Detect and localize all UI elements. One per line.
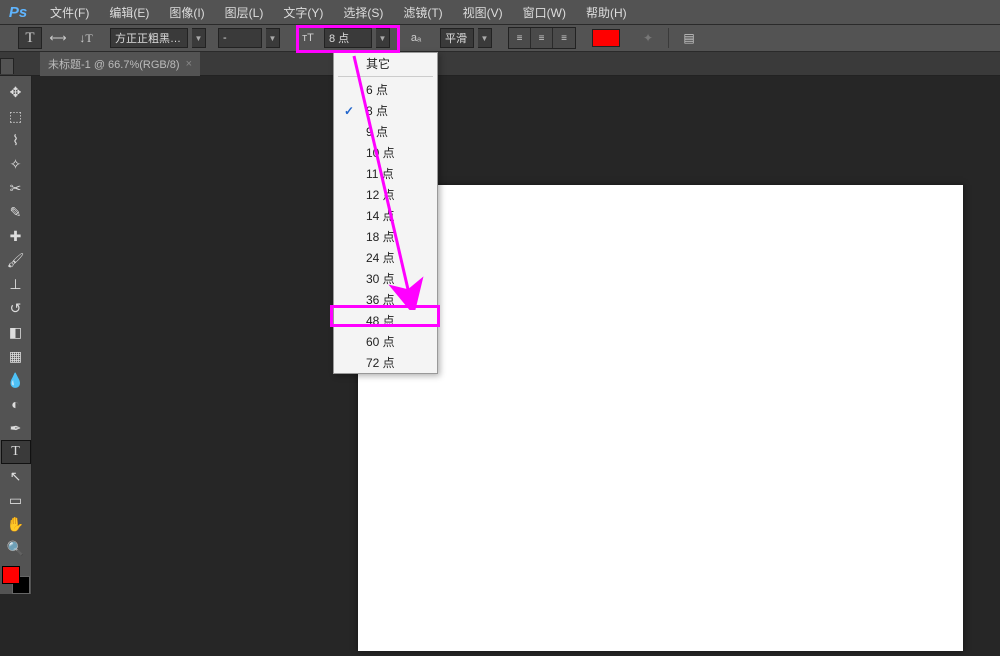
align-center-button[interactable]: ≡ bbox=[531, 28, 553, 48]
size-option[interactable]: 30 点 bbox=[334, 268, 437, 289]
text-align-group: ≡ ≡ ≡ bbox=[508, 27, 576, 49]
document-tab-bar: 未标题-1 @ 66.7%(RGB/8) × bbox=[0, 52, 1000, 76]
menu-layer[interactable]: 图层(L) bbox=[215, 1, 274, 24]
shape-tool[interactable]: ▭ bbox=[1, 488, 31, 512]
magic-wand-tool[interactable]: ✧ bbox=[1, 152, 31, 176]
size-option-label: 8 点 bbox=[366, 102, 388, 119]
menu-file[interactable]: 文件(F) bbox=[40, 1, 99, 24]
crop-tool[interactable]: ✂ bbox=[1, 176, 31, 200]
document-tab-title: 未标题-1 @ 66.7%(RGB/8) bbox=[48, 56, 180, 72]
font-style-select[interactable]: - bbox=[218, 28, 262, 48]
size-option[interactable]: 14 点 bbox=[334, 205, 437, 226]
size-option[interactable]: 10 点 bbox=[334, 142, 437, 163]
gradient-tool[interactable]: ▦ bbox=[1, 344, 31, 368]
size-option[interactable]: 12 点 bbox=[334, 184, 437, 205]
size-option-label: 48 点 bbox=[366, 312, 395, 329]
size-option-label: 72 点 bbox=[366, 354, 395, 371]
menu-filter[interactable]: 滤镜(T) bbox=[393, 1, 452, 24]
color-picker[interactable] bbox=[2, 566, 30, 594]
size-option-label: 10 点 bbox=[366, 144, 395, 161]
menu-type[interactable]: 文字(Y) bbox=[273, 1, 333, 24]
size-option[interactable]: 6 点 bbox=[334, 79, 437, 100]
zoom-tool[interactable]: 🔍 bbox=[1, 536, 31, 560]
font-size-arrow-icon[interactable]: ▼ bbox=[376, 28, 390, 48]
font-style-arrow-icon[interactable]: ▼ bbox=[266, 28, 280, 48]
size-option-label: 12 点 bbox=[366, 186, 395, 203]
antialias-icon: aₐ bbox=[404, 27, 428, 49]
check-icon: ✓ bbox=[344, 104, 354, 118]
menu-window[interactable]: 窗口(W) bbox=[513, 1, 576, 24]
lasso-tool[interactable]: ⌇ bbox=[1, 128, 31, 152]
eraser-tool[interactable]: ◧ bbox=[1, 320, 31, 344]
font-family-arrow-icon[interactable]: ▼ bbox=[192, 28, 206, 48]
tools-panel: ✥ ⬚ ⌇ ✧ ✂ ✎ ✚ 🖌 ⊥ ↺ ◧ ▦ 💧 ◐ ✒ T ↖ ▭ ✋ 🔍 bbox=[0, 76, 32, 594]
eyedropper-tool[interactable]: ✎ bbox=[1, 200, 31, 224]
document-tab[interactable]: 未标题-1 @ 66.7%(RGB/8) × bbox=[40, 52, 200, 76]
canvas[interactable] bbox=[358, 185, 963, 651]
menu-image[interactable]: 图像(I) bbox=[159, 1, 214, 24]
separator bbox=[668, 28, 669, 48]
menu-help[interactable]: 帮助(H) bbox=[576, 1, 637, 24]
type-tool[interactable]: T bbox=[1, 440, 31, 464]
close-tab-icon[interactable]: × bbox=[186, 58, 192, 70]
pen-tool[interactable]: ✒ bbox=[1, 416, 31, 440]
menu-edit[interactable]: 编辑(E) bbox=[99, 1, 159, 24]
foreground-color[interactable] bbox=[2, 566, 20, 584]
size-option-label: 14 点 bbox=[366, 207, 395, 224]
size-option[interactable]: ✓ 8 点 bbox=[334, 100, 437, 121]
menu-view[interactable]: 视图(V) bbox=[453, 1, 513, 24]
align-left-button[interactable]: ≡ bbox=[509, 28, 531, 48]
dropdown-separator bbox=[338, 76, 433, 77]
size-option[interactable]: 11 点 bbox=[334, 163, 437, 184]
size-option-label: 60 点 bbox=[366, 333, 395, 350]
size-option[interactable]: 24 点 bbox=[334, 247, 437, 268]
marquee-tool[interactable]: ⬚ bbox=[1, 104, 31, 128]
orientation-toggle-icon[interactable]: ⟷ bbox=[46, 27, 70, 49]
size-option-label: 24 点 bbox=[366, 249, 395, 266]
clone-stamp-tool[interactable]: ⊥ bbox=[1, 272, 31, 296]
size-option-other[interactable]: 其它 bbox=[334, 53, 437, 74]
size-option[interactable]: 72 点 bbox=[334, 352, 437, 373]
font-size-icon: тT bbox=[296, 27, 320, 49]
app-logo: Ps bbox=[4, 2, 32, 22]
blur-tool[interactable]: 💧 bbox=[1, 368, 31, 392]
size-option-label: 9 点 bbox=[366, 123, 388, 140]
text-color-swatch[interactable] bbox=[592, 29, 620, 47]
path-selection-tool[interactable]: ↖ bbox=[1, 464, 31, 488]
character-panel-icon[interactable]: ▤ bbox=[677, 27, 701, 49]
size-option-label: 6 点 bbox=[366, 81, 388, 98]
history-brush-tool[interactable]: ↺ bbox=[1, 296, 31, 320]
align-right-button[interactable]: ≡ bbox=[553, 28, 575, 48]
antialias-arrow-icon[interactable]: ▼ bbox=[478, 28, 492, 48]
font-size-dropdown: 其它 6 点 ✓ 8 点 9 点 10 点 11 点 12 点 14 点 18 点 24 点 30 … bbox=[333, 52, 438, 374]
tool-preset-icon[interactable]: T bbox=[18, 27, 42, 49]
font-size-select[interactable]: 8 点 bbox=[324, 28, 372, 48]
antialias-select[interactable]: 平滑 bbox=[440, 28, 474, 48]
vertical-text-icon[interactable]: ↓T bbox=[74, 27, 98, 49]
move-tool[interactable]: ✥ bbox=[1, 80, 31, 104]
size-option[interactable]: 18 点 bbox=[334, 226, 437, 247]
brush-tool[interactable]: 🖌 bbox=[1, 248, 31, 272]
menubar: Ps 文件(F) 编辑(E) 图像(I) 图层(L) 文字(Y) 选择(S) 滤… bbox=[0, 0, 1000, 24]
options-bar: T ⟷ ↓T 方正正粗黑… ▼ - ▼ тT 8 点 ▼ aₐ 平滑 ▼ ≡ ≡… bbox=[0, 24, 1000, 52]
size-option[interactable]: 36 点 bbox=[334, 289, 437, 310]
healing-brush-tool[interactable]: ✚ bbox=[1, 224, 31, 248]
size-option-label: 36 点 bbox=[366, 291, 395, 308]
size-option-label: 11 点 bbox=[366, 165, 394, 182]
size-option[interactable]: 60 点 bbox=[334, 331, 437, 352]
menu-select[interactable]: 选择(S) bbox=[333, 1, 393, 24]
size-option-label: 30 点 bbox=[366, 270, 395, 287]
size-option[interactable]: 48 点 bbox=[334, 310, 437, 331]
warp-text-icon[interactable]: ✦ bbox=[636, 27, 660, 49]
font-family-select[interactable]: 方正正粗黑… bbox=[110, 28, 188, 48]
size-option-label: 18 点 bbox=[366, 228, 395, 245]
dodge-tool[interactable]: ◐ bbox=[1, 392, 31, 416]
work-area: ✥ ⬚ ⌇ ✧ ✂ ✎ ✚ 🖌 ⊥ ↺ ◧ ▦ 💧 ◐ ✒ T ↖ ▭ ✋ 🔍 bbox=[0, 76, 1000, 656]
tools-panel-collapse-icon[interactable] bbox=[0, 58, 14, 74]
size-option[interactable]: 9 点 bbox=[334, 121, 437, 142]
hand-tool[interactable]: ✋ bbox=[1, 512, 31, 536]
